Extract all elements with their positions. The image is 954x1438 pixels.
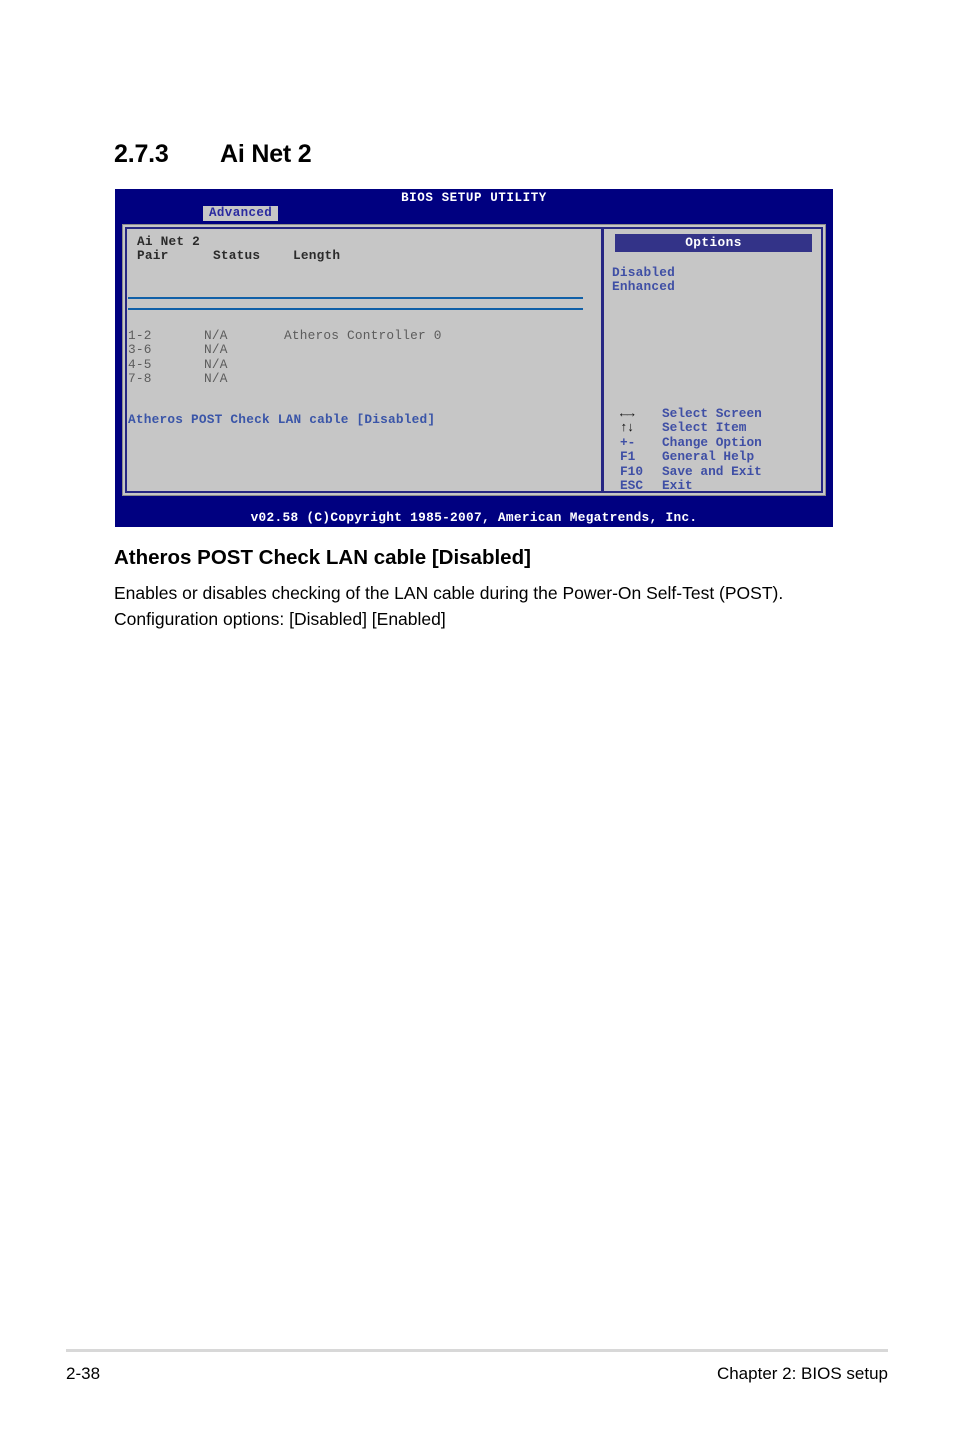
esc-key-icon: ESC [620, 477, 644, 493]
table-row: 4-5 N/A [128, 356, 442, 372]
legend-label: Select Screen [662, 406, 762, 421]
pair-status-table: 1-2 N/A Atheros Controller 0 3-6 N/A 4-5 N/A… [128, 328, 442, 387]
up-down-arrow-icon: ↑↓ [620, 420, 635, 436]
bios-right-pane: Options Disabled Enhanced ←→ Select Scre… [604, 229, 821, 493]
cell-status: N/A [204, 342, 228, 358]
legend-row-exit: ESC Exit [620, 477, 762, 493]
legend-label: General Help [662, 449, 755, 465]
table-row: 3-6 N/A [128, 342, 442, 358]
legend-label: Save and Exit [662, 463, 762, 479]
header-rule-bottom [128, 308, 583, 310]
options-list: Disabled Enhanced [612, 265, 675, 295]
section-number: 2.7.3 [114, 140, 169, 168]
legend-row-select-screen: ←→ Select Screen [620, 406, 762, 421]
group-title: Ai Net 2 [137, 234, 201, 249]
legend-row-select-item: ↑↓ Select Item [620, 420, 762, 436]
bios-copyright: v02.58 (C)Copyright 1985-2007, American … [250, 510, 698, 525]
option-item-enhanced[interactable]: Enhanced [612, 279, 675, 294]
bios-footer-bar: v02.58 (C)Copyright 1985-2007, American … [115, 507, 833, 527]
legend-label: Select Item [662, 420, 747, 436]
chapter-label: Chapter 2: BIOS setup [716, 1364, 888, 1383]
cell-status: N/A [204, 371, 228, 387]
legend-row-change-option: +- Change Option [620, 434, 762, 450]
header-rule-top [128, 297, 583, 299]
bios-content-inner: Ai Net 2 Pair Status Length 1-2 N/A Atheros … [125, 227, 823, 493]
legend-row-general-help: F1 General Help [620, 449, 762, 465]
bios-setup-window: BIOS SETUP UTILITY Advanced Ai Net 2 Pai… [115, 189, 833, 527]
table-row: 7-8 N/A [128, 371, 442, 387]
f1-key-icon: F1 [620, 449, 636, 465]
bios-content-frame: Ai Net 2 Pair Status Length 1-2 N/A Atheros … [122, 224, 826, 496]
cell-pair: 1-2 [128, 328, 152, 343]
legend-label: Change Option [662, 434, 762, 450]
legend-label: Exit [662, 477, 693, 493]
cell-status: N/A [204, 328, 228, 343]
bios-titlebar: BIOS SETUP UTILITY [115, 189, 833, 206]
column-header-pair: Pair [137, 248, 169, 264]
setting-value[interactable]: [Disabled] [357, 412, 436, 427]
cell-pair: 3-6 [128, 342, 152, 358]
key-legend: ←→ Select Screen ↑↓ Select Item +- Chang… [620, 406, 762, 493]
cell-pair: 4-5 [128, 356, 152, 372]
plus-minus-key-icon: +- [620, 434, 636, 450]
option-item-disabled[interactable]: Disabled [612, 265, 675, 280]
bios-menu-bar: Advanced [115, 206, 833, 221]
cell-pair: 7-8 [128, 371, 152, 387]
setting-atheros-post-check-lan-cable[interactable]: Atheros POST Check LAN cable [Disabled] [128, 412, 436, 427]
column-headers: Pair Status Length [137, 248, 601, 264]
section-title: Ai Net 2 [220, 140, 312, 168]
item-description: Enables or disables checking of the LAN … [114, 583, 784, 629]
item-heading: Atheros POST Check LAN cable [Disabled] [114, 546, 531, 569]
section-heading: 2.7.3 Ai Net 2 [114, 140, 312, 169]
footer-divider [66, 1349, 888, 1352]
tab-advanced[interactable]: Advanced [203, 206, 279, 221]
cell-status: N/A [204, 356, 228, 372]
page-number: 2-38 [66, 1364, 101, 1383]
setting-label: Atheros POST Check LAN cable [128, 412, 349, 427]
legend-row-save-and-exit: F10 Save and Exit [620, 463, 762, 479]
column-header-length: Length [293, 248, 341, 264]
bios-left-pane: Ai Net 2 Pair Status Length 1-2 N/A Atheros … [127, 229, 601, 491]
cell-length: Atheros Controller 0 [284, 328, 442, 343]
bios-utility-title: BIOS SETUP UTILITY [401, 191, 547, 205]
f10-key-icon: F10 [620, 463, 644, 479]
left-right-arrow-icon: ←→ [620, 406, 635, 421]
table-row: 1-2 N/A Atheros Controller 0 [128, 328, 442, 343]
options-header: Options [615, 234, 812, 252]
column-header-status: Status [213, 248, 261, 264]
